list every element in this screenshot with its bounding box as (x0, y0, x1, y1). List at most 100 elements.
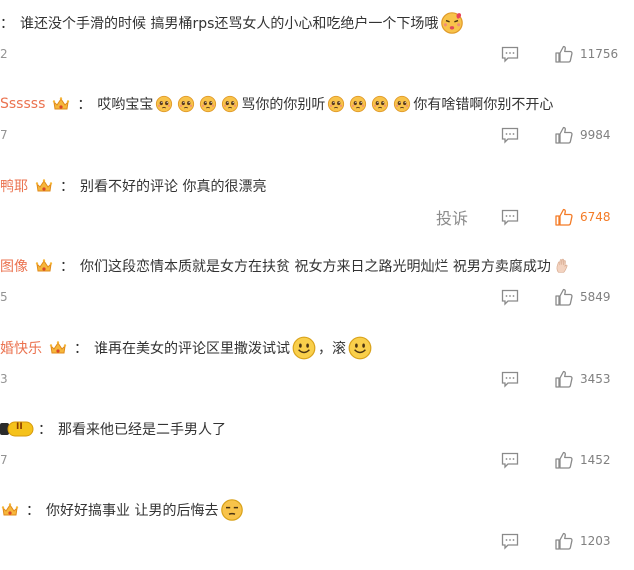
comment-icon (500, 207, 520, 227)
sad-emoji-icon (199, 95, 217, 113)
like-button[interactable] (554, 125, 574, 145)
comment-line: 婚快乐 ： 谁再在美女的评论区里撒泼试试 ，滚 (0, 336, 374, 360)
thumbs-up-icon (554, 450, 574, 470)
reply-button[interactable] (500, 369, 520, 389)
comment-actions: 11756 (500, 41, 620, 67)
comment-text: 那看来他已经是二手男人了 (58, 422, 226, 438)
like-button[interactable] (554, 369, 574, 389)
crown-badge-icon (34, 256, 54, 276)
comment-time: 2 (0, 47, 8, 61)
comment-row: Ssssss ： 哎哟宝宝 骂你的你别听 你有啥错啊你别不开心 7 9984 (0, 84, 634, 164)
comment-text: ，滚 (318, 341, 346, 357)
comment-actions: 1452 (500, 447, 620, 473)
comment-icon (500, 287, 520, 307)
comment-actions: 1203 (500, 528, 620, 554)
like-count: 1452 (580, 453, 611, 467)
like-count: 9984 (580, 128, 611, 142)
comment-row: 图像 ： 你们这段恋情本质就是女方在扶贫 祝女方来日之路光明灿烂 祝男方卖腐成功… (0, 246, 634, 326)
comment-time: 3 (0, 372, 8, 386)
thumbs-up-icon (554, 207, 574, 227)
comment-icon (500, 531, 520, 551)
crown-badge-icon (0, 500, 20, 520)
crown-badge-icon (51, 94, 71, 114)
username-link[interactable]: 婚快乐 (0, 338, 42, 358)
reply-button[interactable] (500, 44, 520, 64)
like-count: 1203 (580, 534, 611, 548)
sad-emoji-icon (371, 95, 389, 113)
comment-actions: 9984 (500, 122, 620, 148)
comment-line: ： 谁还没个手滑的时候 搞男桶rps还骂女人的小心和吃绝户一个下场哦 (0, 11, 466, 35)
comment-row: ： 你好好搞事业 让男的后悔去 1203 (0, 490, 634, 570)
comment-text: 哎哟宝宝 (97, 97, 154, 113)
sad-emoji-icon (393, 95, 411, 113)
comment-line: II ： 那看来他已经是二手男人了 (0, 417, 226, 441)
comment-time: 7 (0, 453, 8, 467)
reply-button[interactable] (500, 450, 520, 470)
comment-text: 你好好搞事业 让男的后悔去 (46, 503, 219, 519)
kiss-emoji-icon (440, 11, 464, 35)
like-button[interactable] (554, 531, 574, 551)
smile-emoji-icon (292, 336, 316, 360)
thumbs-up-icon (554, 287, 574, 307)
like-button[interactable] (554, 450, 574, 470)
colon: ： (60, 259, 74, 275)
report-button[interactable]: 投诉 (436, 205, 468, 229)
comment-actions: 投诉 6748 (436, 204, 620, 230)
sad-emoji-icon (155, 95, 173, 113)
comment-line: 鸭耶 ： 别看不好的评论 你真的很漂亮 (0, 174, 266, 198)
comment-row: II ： 那看来他已经是二手男人了 7 1452 (0, 409, 634, 489)
comment-icon (500, 369, 520, 389)
hand-emoji-icon (553, 257, 571, 275)
smug-emoji-icon (220, 498, 244, 522)
comment-text: 骂你的你别听 (241, 97, 326, 113)
like-count: 3453 (580, 372, 611, 386)
reply-button[interactable] (500, 207, 520, 227)
comment-icon (500, 450, 520, 470)
reply-button[interactable] (500, 125, 520, 145)
comment-text: 谁还没个手滑的时候 搞男桶rps还骂女人的小心和吃绝户一个下场哦 (20, 16, 439, 32)
like-count: 11756 (580, 47, 619, 61)
colon: ： (60, 179, 74, 195)
crown-badge-icon (48, 338, 68, 358)
like-count: 5849 (580, 290, 611, 304)
comment-text: 别看不好的评论 你真的很漂亮 (80, 179, 267, 195)
thumbs-up-icon (554, 125, 574, 145)
colon: ： (74, 341, 88, 357)
comment-text: 你们这段恋情本质就是女方在扶贫 祝女方来日之路光明灿烂 祝男方卖腐成功 (80, 259, 551, 275)
comment-text: 你有啥错啊你别不开心 (413, 97, 554, 113)
reply-button[interactable] (500, 531, 520, 551)
smile-emoji-icon (348, 336, 372, 360)
username-link[interactable]: Ssssss (0, 96, 45, 112)
thumbs-up-icon (554, 44, 574, 64)
comment-line: Ssssss ： 哎哟宝宝 骂你的你别听 你有啥错啊你别不开心 (0, 92, 553, 116)
colon: ： (26, 503, 40, 519)
sad-emoji-icon (327, 95, 345, 113)
comment-time: 7 (0, 128, 8, 142)
comment-text: 谁再在美女的评论区里撒泼试试 (94, 341, 290, 357)
comment-line: 图像 ： 你们这段恋情本质就是女方在扶贫 祝女方来日之路光明灿烂 祝男方卖腐成功 (0, 254, 573, 278)
like-button[interactable] (554, 287, 574, 307)
colon: ： (0, 16, 14, 32)
comment-row: ： 谁还没个手滑的时候 搞男桶rps还骂女人的小心和吃绝户一个下场哦 2 117… (0, 3, 634, 83)
username-link[interactable]: 图像 (0, 256, 28, 276)
sad-emoji-icon (221, 95, 239, 113)
vip-badge-label: II (16, 422, 23, 432)
reply-button[interactable] (500, 287, 520, 307)
comment-time: 5 (0, 290, 8, 304)
comment-actions: 3453 (500, 366, 620, 392)
comment-row: 婚快乐 ： 谁再在美女的评论区里撒泼试试 ，滚 3 3453 (0, 328, 634, 408)
comment-row: 鸭耶 ： 别看不好的评论 你真的很漂亮 投诉 6748 (0, 166, 634, 246)
comment-icon (500, 44, 520, 64)
comment-icon (500, 125, 520, 145)
sad-emoji-icon (177, 95, 195, 113)
sad-emoji-icon (349, 95, 367, 113)
username-link[interactable]: 鸭耶 (0, 176, 28, 196)
like-count: 6748 (580, 210, 611, 224)
like-button-active[interactable] (554, 207, 574, 227)
comment-actions: 5849 (500, 284, 620, 310)
like-button[interactable] (554, 44, 574, 64)
crown-badge-icon (34, 176, 54, 196)
comment-line: ： 你好好搞事业 让男的后悔去 (0, 498, 246, 522)
thumbs-up-icon (554, 531, 574, 551)
thumbs-up-icon (554, 369, 574, 389)
